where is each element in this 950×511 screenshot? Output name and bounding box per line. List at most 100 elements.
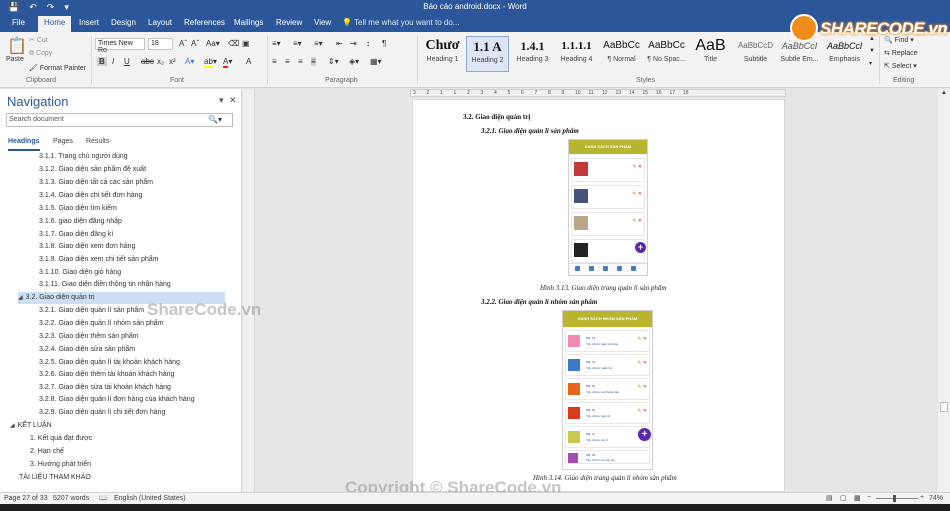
heading-item[interactable]: 3.1.7. Giao diện đăng kí [39, 229, 113, 241]
subscript-icon[interactable]: x₂ [157, 57, 164, 66]
style-title[interactable]: AaB Title [689, 36, 732, 72]
zoom-level[interactable]: 74% [929, 495, 943, 502]
tab-references[interactable]: References [184, 18, 225, 27]
scroll-up-icon[interactable]: ▲ [941, 90, 947, 96]
shrink-font-icon[interactable]: Aˇ [191, 39, 199, 48]
heading-item[interactable]: 2. Hạn chế [30, 446, 64, 458]
font-name-box[interactable]: Times New Ro [95, 38, 145, 54]
bullets-icon[interactable]: ≡▾ [272, 39, 281, 48]
collapse-triangle-icon[interactable]: ◢ [10, 423, 15, 429]
sort-icon[interactable]: ↕ [366, 39, 370, 48]
bold-button[interactable]: B [97, 57, 107, 66]
tab-pages[interactable]: Pages [53, 138, 73, 145]
align-left-icon[interactable]: ≡ [272, 57, 277, 66]
tab-headings[interactable]: Headings [8, 138, 40, 151]
style-heading-1[interactable]: Chươ Heading 1 [421, 36, 464, 72]
change-case-icon[interactable]: Aa▾ [206, 39, 220, 48]
heading-item[interactable]: 3.1.5. Giao diện tìm kiếm [39, 203, 117, 215]
proofing-icon[interactable]: 📖 [99, 494, 108, 502]
horizontal-ruler[interactable]: 3 2 1 1 2 3 4 5 6 7 8 9 10 11 12 13 14 15 16 17 18 [410, 89, 786, 97]
text-effects-icon[interactable]: A▾ [185, 57, 194, 66]
tab-file[interactable]: File [12, 18, 25, 27]
underline-button[interactable]: U [124, 57, 130, 66]
paste-button[interactable]: Paste [6, 56, 24, 63]
increase-indent-icon[interactable]: ⇥ [350, 39, 357, 48]
zoom-out-icon[interactable]: − [867, 494, 871, 501]
align-center-icon[interactable]: ≡ [285, 57, 290, 66]
heading-item[interactable]: 3.2.3. Giao diện thêm sản phẩm [39, 331, 139, 343]
heading-item[interactable]: 3.1.2. Giao diện sản phẩm đề xuất [39, 164, 146, 176]
pane-options-icon[interactable]: ▾ [219, 95, 224, 106]
tab-view[interactable]: View [314, 18, 331, 27]
heading-item[interactable]: 3.1.3. Giao diện tất cả các sản phẩm [39, 177, 153, 189]
strikethrough-icon[interactable]: abc [141, 57, 154, 66]
collapse-triangle-icon[interactable]: ◢ [18, 295, 23, 301]
zoom-slider[interactable] [876, 498, 918, 499]
tab-mailings[interactable]: Mailings [234, 18, 263, 27]
replace-button[interactable]: ⇆ Replace [884, 49, 918, 57]
word-count[interactable]: 5207 words [53, 495, 89, 502]
cut-button[interactable]: ✂ Cut [29, 36, 48, 44]
format-painter-button[interactable]: 🖌 Format Painter [29, 64, 86, 72]
heading-item[interactable]: 3.1.4. Giao diện chi tiết đơn hàng [39, 190, 142, 202]
superscript-icon[interactable]: x² [169, 57, 176, 66]
style-normal[interactable]: AaBbCc ¶ Normal [600, 36, 643, 72]
paste-icon[interactable]: 📋 [7, 36, 27, 56]
heading-item[interactable]: 3.2.6. Giao diện thêm tài khoản khách hà… [39, 369, 174, 381]
style-heading-3[interactable]: 1.4.1 Heading 3 [511, 36, 554, 72]
heading-item[interactable]: 3.2.9. Giao diện quản lí chi tiết đơn hà… [39, 407, 165, 419]
read-mode-icon[interactable]: ▤ [826, 494, 833, 502]
heading-item[interactable]: 1. Kết quả đạt được [30, 433, 92, 445]
heading-item[interactable]: TÀI LIỆU THAM KHẢO [19, 472, 91, 484]
styles-more-icon[interactable]: ▾ [869, 60, 872, 67]
select-button[interactable]: ⇱ Select ▾ [884, 62, 917, 70]
character-border-icon[interactable]: ▣ [242, 39, 250, 48]
tab-home[interactable]: Home [38, 16, 72, 32]
numbering-icon[interactable]: ≡▾ [293, 39, 302, 48]
character-shading-icon[interactable]: A [246, 57, 251, 66]
justify-icon[interactable]: ≡ [311, 57, 316, 66]
search-icon[interactable]: 🔍▾ [208, 115, 222, 124]
heading-item[interactable]: 3.2.1. Giao diện quản lí sản phẩm [39, 305, 144, 317]
clear-formatting-icon[interactable]: ⌫ [228, 39, 239, 48]
line-spacing-icon[interactable]: ⇕▾ [328, 57, 339, 66]
style-subtitle[interactable]: AaBbCcD Subtitle [734, 36, 777, 72]
style-heading-4[interactable]: 1.1.1.1 Heading 4 [555, 36, 598, 72]
web-layout-icon[interactable]: ▩ [854, 494, 861, 502]
highlight-icon[interactable]: ab▾ [204, 57, 217, 68]
heading-item[interactable]: 3.2.7. Giao diện sửa tài khoản khách hàn… [39, 382, 171, 394]
heading-item[interactable]: 3.1.8. Giao diện xem đơn hàng [39, 241, 135, 253]
borders-icon[interactable]: ▦▾ [370, 57, 382, 66]
tab-insert[interactable]: Insert [79, 18, 99, 27]
tab-review[interactable]: Review [276, 18, 302, 27]
styles-scroll-down-icon[interactable]: ▼ [869, 48, 875, 54]
heading-item[interactable]: 3.1.10. Giao diện giỏ hàng [39, 267, 121, 279]
print-layout-icon[interactable]: ▢ [840, 494, 847, 502]
zoom-in-icon[interactable]: + [920, 494, 924, 501]
heading-item[interactable]: 3.1.9. Giao diện xem chi tiết sản phẩm [39, 254, 158, 266]
font-color-icon[interactable]: A▾ [223, 57, 232, 68]
heading-item[interactable]: 3.1.6. giao diện đăng nhập [39, 216, 122, 228]
heading-item[interactable]: 3.2.4. Giao diện sửa sản phẩm [39, 344, 135, 356]
show-hide-marks-icon[interactable]: ¶ [382, 39, 386, 48]
heading-item[interactable]: ◢ KẾT LUẬN [10, 420, 52, 432]
shading-icon[interactable]: ◈▾ [349, 57, 359, 66]
heading-item[interactable]: 3.1.11. Giao diện điền thông tin nhận hà… [39, 279, 171, 291]
heading-item[interactable]: 3.1.1. Trang chủ người dùng [39, 151, 128, 163]
page-count[interactable]: Page 27 of 33 [4, 495, 48, 502]
tab-layout[interactable]: Layout [148, 18, 172, 27]
copy-button[interactable]: ⧉ Copy [29, 50, 52, 58]
heading-item[interactable]: 3. Hướng phát triển [30, 459, 91, 471]
style-no-spacing[interactable]: AaBbCc ¶ No Spac... [645, 36, 688, 72]
language-indicator[interactable]: English (United States) [114, 495, 186, 502]
zoom-slider-thumb[interactable] [893, 495, 896, 502]
tell-me-box[interactable]: 💡 Tell me what you want to do... [342, 18, 459, 27]
italic-button[interactable]: I [112, 57, 114, 66]
heading-item[interactable]: 3.2.2. Giao diện quản lí nhóm sản phẩm [39, 318, 164, 330]
multilevel-list-icon[interactable]: ≡▾ [314, 39, 323, 48]
close-pane-icon[interactable]: ✕ [229, 95, 237, 106]
heading-item[interactable]: 3.2.8. Giao diện quản lí đơn hàng của kh… [39, 394, 195, 406]
heading-item[interactable]: 3.2.5. Giao diện quản lí tài khoản khách… [39, 357, 180, 369]
document-page[interactable]: 3.2. Giao diện quản trị 3.2.1. Giao diện… [412, 99, 785, 492]
align-right-icon[interactable]: ≡ [298, 57, 303, 66]
